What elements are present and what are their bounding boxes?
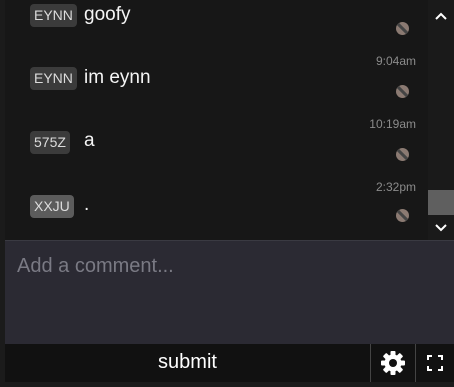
bottom-toolbar: submit: [5, 344, 454, 382]
list-item: 9:04am EYNN im eynn: [5, 52, 428, 114]
scrollbar[interactable]: [428, 0, 454, 240]
list-item: 2:32pm XXJU .: [5, 178, 428, 240]
user-tag[interactable]: 575Z: [30, 131, 70, 154]
user-tag[interactable]: EYNN: [30, 4, 77, 27]
comment-input[interactable]: Add a comment...: [17, 255, 174, 278]
list-item: EYNN goofy: [5, 0, 428, 46]
message-text: im eynn: [84, 67, 151, 88]
list-item: 10:19am 575Z a: [5, 116, 428, 178]
user-tag[interactable]: XXJU: [30, 195, 74, 218]
submit-button[interactable]: submit: [5, 344, 370, 382]
ban-icon[interactable]: [396, 85, 409, 98]
chevron-up-icon[interactable]: [428, 6, 454, 26]
scrollbar-thumb[interactable]: [428, 190, 454, 215]
gear-icon[interactable]: [371, 344, 415, 382]
message-text: .: [84, 194, 90, 215]
comment-feed[interactable]: EYNN goofy 9:04am EYNN im eynn 10:19am 5…: [5, 0, 428, 240]
message-text: goofy: [84, 4, 131, 25]
ban-icon[interactable]: [396, 209, 409, 222]
timestamp: 9:04am: [375, 54, 416, 68]
comment-box[interactable]: Add a comment...: [5, 240, 454, 344]
message-text: a: [84, 130, 95, 151]
chevron-down-icon[interactable]: [428, 218, 454, 238]
fullscreen-icon[interactable]: [416, 344, 454, 382]
timestamp: 2:32pm: [375, 180, 416, 194]
ban-icon[interactable]: [396, 22, 409, 35]
ban-icon[interactable]: [396, 148, 409, 161]
timestamp: 10:19am: [369, 117, 416, 131]
user-tag[interactable]: EYNN: [30, 67, 77, 90]
